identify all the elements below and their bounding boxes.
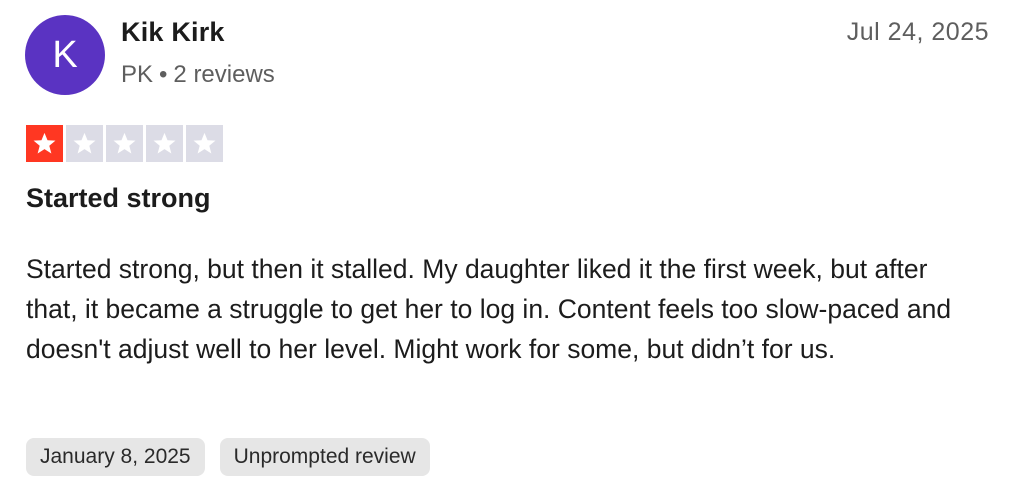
reviewer-review-count: 2 reviews [173, 61, 275, 88]
unprompted-review-badge[interactable]: Unprompted review [219, 438, 430, 476]
star-rating [26, 125, 223, 162]
review-date: Jul 24, 2025 [846, 18, 989, 46]
meta-separator: • [159, 61, 168, 88]
star-filled-icon [26, 125, 63, 162]
review-tags: January 8, 2025 Unprompted review [26, 438, 430, 476]
review-card: K Kik Kirk PK • 2 reviews Jul 24, 2025 Sta… [0, 0, 1024, 493]
star-empty-icon [146, 125, 183, 162]
review-title[interactable]: Started strong [26, 183, 211, 214]
star-empty-icon [106, 125, 143, 162]
reviewer-country: PK [121, 61, 154, 88]
star-empty-icon [186, 125, 223, 162]
review-body: Started strong, but then it stalled. My … [26, 254, 952, 364]
reviewer-meta: PK • 2 reviews [121, 61, 275, 89]
experience-date-badge: January 8, 2025 [26, 438, 205, 476]
avatar[interactable]: K [25, 15, 105, 95]
reviewer-name[interactable]: Kik Kirk [121, 17, 225, 48]
star-empty-icon [66, 125, 103, 162]
